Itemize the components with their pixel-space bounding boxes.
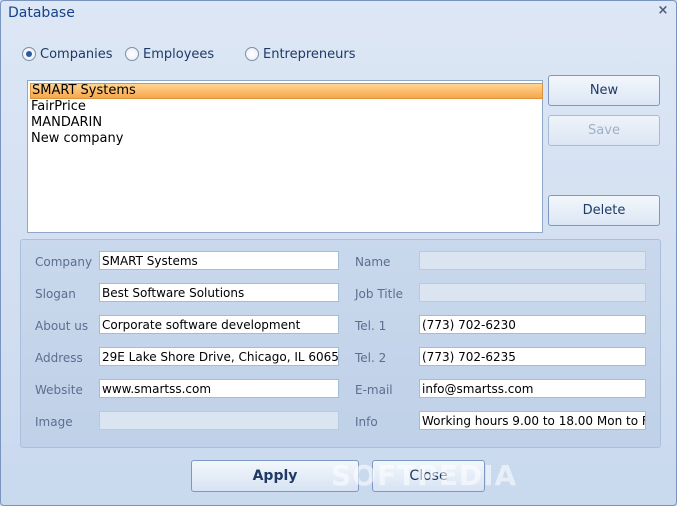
company-label: Company <box>35 255 93 269</box>
address-field[interactable]: 29E Lake Shore Drive, Chicago, IL 60657 <box>99 347 339 366</box>
name-field[interactable] <box>419 251 646 270</box>
email-label: E-mail <box>355 383 393 397</box>
radio-companies[interactable]: Companies <box>22 45 113 63</box>
close-icon[interactable]: × <box>656 4 670 18</box>
window-title: Database <box>8 5 75 21</box>
radio-entrepreneurs-label: Entrepreneurs <box>263 46 356 62</box>
list-item[interactable]: FairPrice <box>30 99 541 115</box>
image-field[interactable] <box>99 411 339 430</box>
radio-employees-label: Employees <box>143 46 215 62</box>
job-title-label: Job Title <box>355 287 404 301</box>
slogan-field[interactable]: Best Software Solutions <box>99 283 339 302</box>
job-title-field[interactable] <box>419 283 646 302</box>
company-field[interactable]: SMART Systems <box>99 251 339 270</box>
radio-entrepreneurs[interactable]: Entrepreneurs <box>245 45 356 63</box>
title-bar[interactable]: Database × <box>1 1 676 25</box>
slogan-label: Slogan <box>35 287 76 301</box>
radio-companies-label: Companies <box>40 46 113 62</box>
email-field[interactable]: info@smartss.com <box>419 379 646 398</box>
website-field[interactable]: www.smartss.com <box>99 379 339 398</box>
website-label: Website <box>35 383 83 397</box>
radio-button-icon[interactable] <box>22 47 36 61</box>
tel1-label: Tel. 1 <box>355 319 387 333</box>
radio-button-icon[interactable] <box>245 47 259 61</box>
radio-employees[interactable]: Employees <box>125 45 214 63</box>
name-label: Name <box>355 255 391 269</box>
radio-button-icon[interactable] <box>125 47 139 61</box>
tel1-field[interactable]: (773) 702-6230 <box>419 315 646 334</box>
about-us-field[interactable]: Corporate software development <box>99 315 339 334</box>
company-listbox[interactable]: SMART Systems FairPrice MANDARIN New com… <box>27 80 543 233</box>
database-window: Database × Companies Employees Entrepren… <box>0 0 677 506</box>
info-label: Info <box>355 415 378 429</box>
save-button[interactable]: Save <box>548 115 660 146</box>
info-field[interactable]: Working hours 9.00 to 18.00 Mon to Fri <box>419 411 646 430</box>
list-item[interactable]: MANDARIN <box>30 115 541 131</box>
image-label: Image <box>35 415 73 429</box>
address-label: Address <box>35 351 83 365</box>
watermark-text: SOFTPEDIA <box>331 459 518 492</box>
new-button[interactable]: New <box>548 75 660 106</box>
tel2-field[interactable]: (773) 702-6235 <box>419 347 646 366</box>
delete-button[interactable]: Delete <box>548 195 660 226</box>
about-us-label: About us <box>35 319 89 333</box>
list-item[interactable]: New company <box>30 131 541 147</box>
tel2-label: Tel. 2 <box>355 351 387 365</box>
list-item[interactable]: SMART Systems <box>30 83 543 99</box>
